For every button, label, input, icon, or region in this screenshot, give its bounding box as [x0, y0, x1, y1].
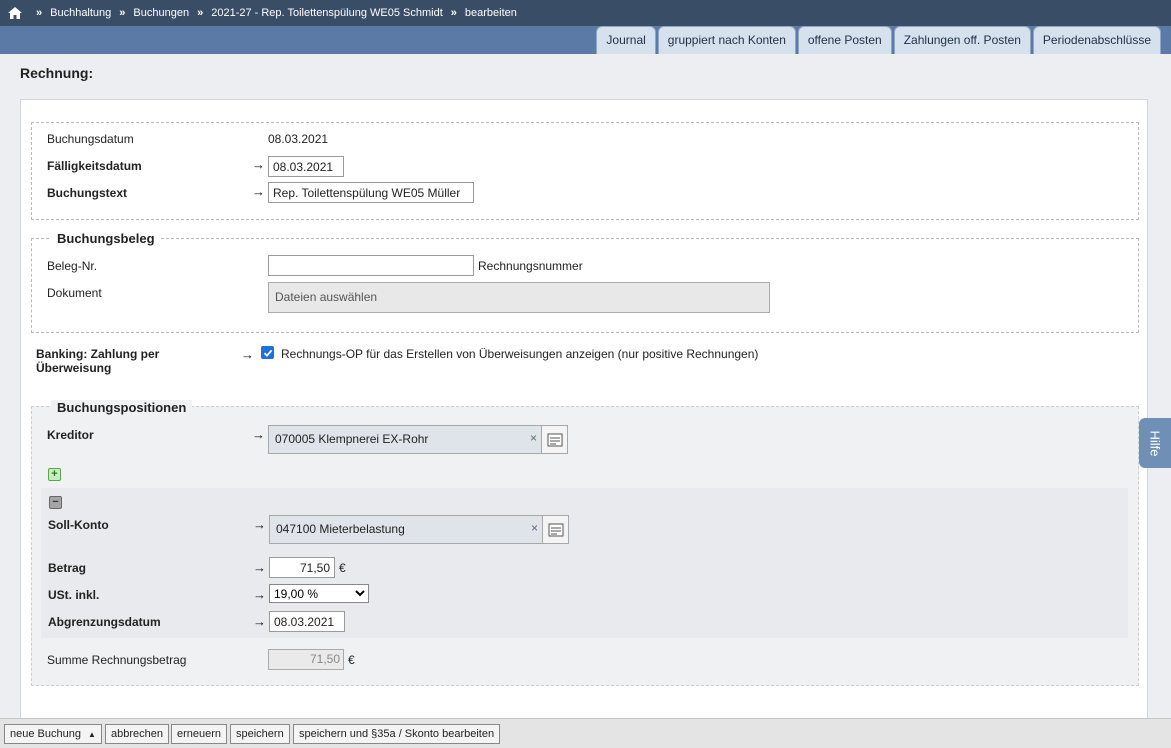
buchungstext-input[interactable] — [268, 182, 474, 203]
positionen-legend: Buchungspositionen — [51, 400, 193, 415]
list-picker-icon[interactable] — [542, 516, 568, 543]
breadcrumb-separator: » — [450, 7, 457, 19]
soll-konto-value: 047100 Mieterbelastung — [276, 522, 405, 536]
tab-grouped-by-accounts[interactable]: gruppiert nach Konten — [657, 26, 796, 54]
tab-period-closings[interactable]: Periodenabschlüsse — [1032, 26, 1161, 54]
add-position-icon[interactable]: + — [48, 468, 61, 481]
file-select-button[interactable]: Dateien auswählen — [268, 282, 770, 313]
new-booking-button[interactable]: neue Buchung ▲ — [4, 724, 102, 744]
caret-up-icon: ▲ — [88, 730, 96, 739]
faelligkeitsdatum-input[interactable] — [268, 156, 344, 177]
tab-journal[interactable]: Journal — [596, 26, 656, 54]
clear-icon[interactable]: × — [531, 515, 538, 542]
betrag-currency: € — [339, 561, 346, 575]
breadcrumb-item-buchungen[interactable]: Buchungen — [133, 7, 189, 19]
betrag-label: Betrag — [48, 561, 87, 575]
belegnr-hint: Rechnungsnummer — [478, 259, 583, 273]
arrow-icon: → — [253, 517, 266, 532]
arrow-icon: → — [253, 614, 266, 629]
kreditor-label: Kreditor — [47, 428, 94, 442]
position-row — [41, 488, 1128, 638]
breadcrumb: » Buchhaltung » Buchungen » 2021-27 - Re… — [0, 0, 1171, 26]
breadcrumb-separator: » — [197, 7, 204, 19]
buchungsdatum-value: 08.03.2021 — [268, 132, 329, 146]
arrow-icon: → — [252, 157, 265, 172]
betrag-input[interactable] — [269, 557, 335, 578]
ust-select[interactable]: 19,00 % — [269, 584, 369, 603]
buchungstext-label: Buchungstext — [47, 186, 128, 200]
faelligkeitsdatum-label: Fälligkeitsdatum — [47, 159, 142, 173]
kreditor-value: 070005 Klempnerei EX-Rohr — [275, 432, 429, 446]
tab-payments-open-items[interactable]: Zahlungen off. Posten — [893, 26, 1031, 54]
banking-checkbox-label: Rechnungs-OP für das Erstellen von Überw… — [281, 347, 759, 361]
cancel-button[interactable]: abbrechen — [105, 724, 169, 744]
refresh-button[interactable]: erneuern — [171, 724, 228, 744]
bottom-toolbar: neue Buchung ▲ abbrechen erneuern speich… — [0, 718, 1171, 748]
dokument-label: Dokument — [47, 286, 102, 300]
arrow-icon: → — [253, 560, 266, 575]
kreditor-combobox[interactable]: 070005 Klempnerei EX-Rohr × — [268, 425, 568, 454]
tab-strip: Journal gruppiert nach Konten offene Pos… — [0, 26, 1171, 54]
summe-value: 71,50 — [268, 649, 344, 670]
breadcrumb-item-booking[interactable]: 2021-27 - Rep. Toilettenspülung WE05 Sch… — [211, 7, 443, 19]
banking-checkbox[interactable] — [261, 346, 274, 359]
clear-icon[interactable]: × — [530, 425, 537, 452]
banking-label: Banking: Zahlung per Überweisung — [36, 347, 160, 375]
soll-konto-combobox[interactable]: 047100 Mieterbelastung × — [269, 515, 569, 544]
belegnr-label: Beleg-Nr. — [47, 259, 98, 273]
header-fieldset — [31, 122, 1139, 220]
beleg-legend: Buchungsbeleg — [51, 231, 161, 246]
abgrenzungsdatum-label: Abgrenzungsdatum — [48, 615, 161, 629]
help-tab[interactable]: Hilfe — [1139, 418, 1171, 468]
save-button[interactable]: speichern — [230, 724, 290, 744]
arrow-icon: → — [253, 587, 266, 602]
summe-currency: € — [348, 653, 355, 667]
breadcrumb-separator: » — [36, 7, 43, 19]
arrow-icon: → — [252, 427, 265, 442]
page-title: Rechnung: — [20, 65, 94, 81]
breadcrumb-item-edit: bearbeiten — [464, 7, 517, 19]
home-icon[interactable] — [8, 7, 22, 19]
arrow-icon: → — [252, 184, 265, 199]
save-and-edit-skonto-button[interactable]: speichern und §35a / Skonto bearbeiten — [293, 724, 501, 744]
soll-konto-label: Soll-Konto — [48, 518, 109, 532]
belegnr-input[interactable] — [268, 255, 474, 276]
arrow-icon: → — [241, 347, 254, 362]
list-picker-icon[interactable] — [541, 426, 567, 453]
remove-position-icon[interactable]: − — [49, 496, 62, 509]
tab-open-items[interactable]: offene Posten — [797, 26, 892, 54]
new-booking-label: neue Buchung — [10, 728, 81, 740]
form-panel: Buchungsdatum 08.03.2021 Fälligkeitsdatu… — [20, 99, 1148, 729]
help-label: Hilfe — [1147, 429, 1163, 457]
summe-label: Summe Rechnungsbetrag — [47, 653, 187, 667]
buchungsdatum-label: Buchungsdatum — [47, 132, 134, 146]
ust-label: USt. inkl. — [48, 588, 100, 602]
abgrenzungsdatum-input[interactable] — [269, 611, 345, 632]
breadcrumb-item-buchhaltung[interactable]: Buchhaltung — [50, 7, 111, 19]
breadcrumb-separator: » — [119, 7, 126, 19]
